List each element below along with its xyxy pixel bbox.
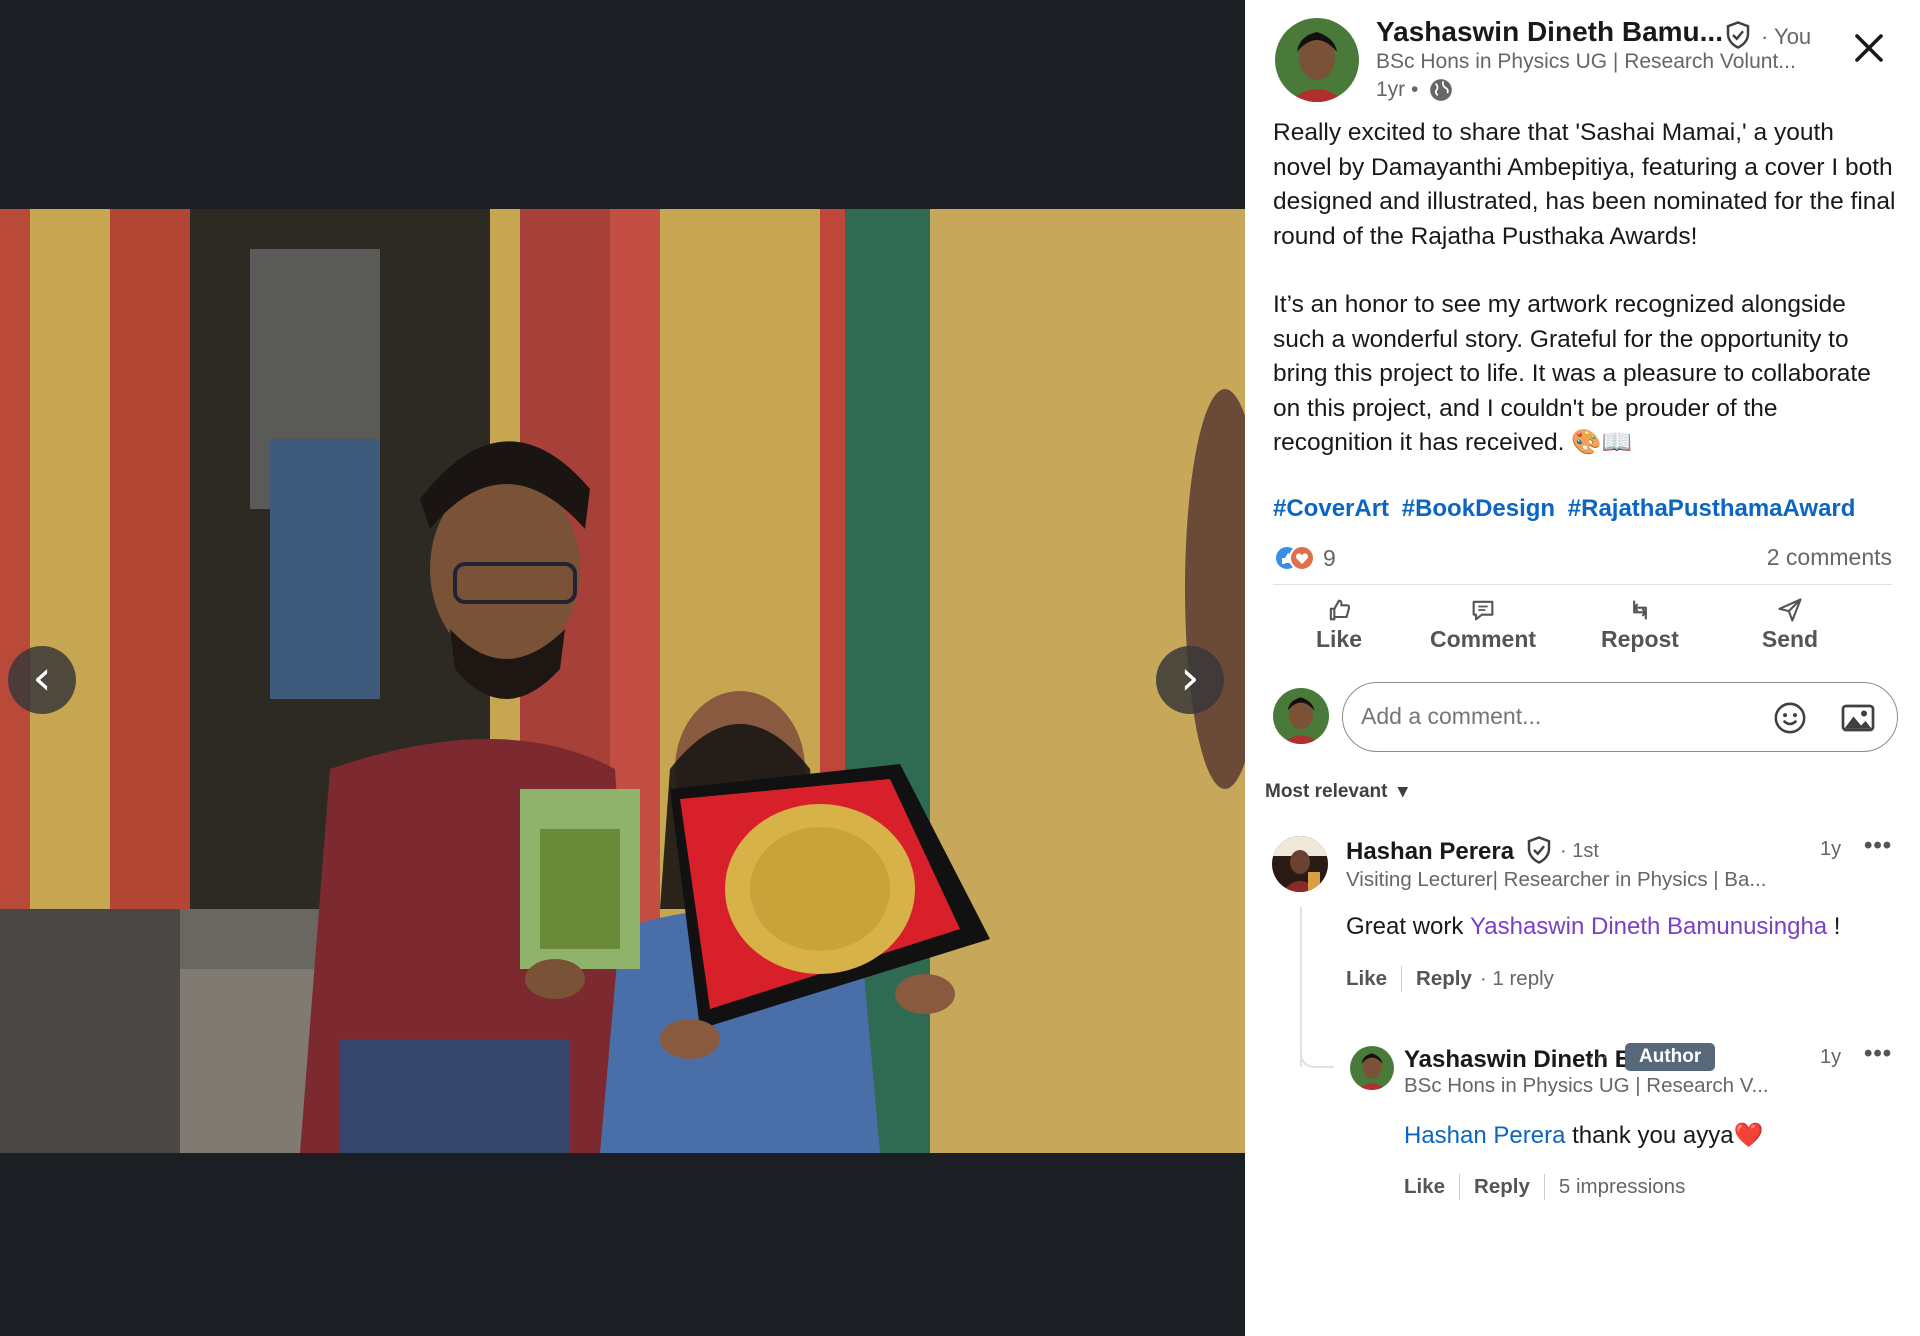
- mention-link[interactable]: Yashaswin Dineth Bamunusingha: [1470, 913, 1827, 940]
- reply-like-button[interactable]: Like: [1404, 1175, 1445, 1199]
- commenter-name[interactable]: Hashan Perera: [1346, 838, 1514, 866]
- avatar-image: [1273, 688, 1329, 744]
- divider: [1459, 1174, 1461, 1200]
- author-badge: Author: [1625, 1043, 1716, 1071]
- post-paragraph-2: It’s an honor to see my artwork recogniz…: [1273, 291, 1871, 456]
- chevron-right-icon: ›: [1180, 650, 1200, 706]
- comment-input[interactable]: [1361, 683, 1761, 749]
- media-viewer: ‹ ›: [0, 0, 1245, 1336]
- image-icon[interactable]: [1840, 701, 1876, 735]
- connection-degree: · 1st: [1560, 840, 1599, 862]
- divider: [1401, 966, 1403, 992]
- repost-button[interactable]: Repost: [1580, 596, 1700, 660]
- comment-button[interactable]: Comment: [1411, 596, 1555, 660]
- hashtag-bookdesign[interactable]: #BookDesign: [1402, 495, 1555, 522]
- impressions-count[interactable]: 5 impressions: [1559, 1175, 1685, 1199]
- comment-icon: [1472, 600, 1494, 621]
- send-icon: [1778, 598, 1802, 622]
- reply-actions: Like Reply 5 impressions: [1404, 1174, 1685, 1200]
- verified-icon: [1527, 836, 1551, 864]
- mention-link[interactable]: Hashan Perera: [1404, 1122, 1565, 1149]
- comments-count[interactable]: 2 comments: [1767, 544, 1892, 571]
- repost-label: Repost: [1601, 626, 1679, 652]
- post-paragraph-1: Really excited to share that 'Sashai Mam…: [1273, 119, 1896, 250]
- ellipsis-text: ···: [1588, 1046, 1608, 1068]
- comment-text: Great work Yashaswin Dineth Bamunusingha…: [1346, 913, 1840, 941]
- reply-time: 1y: [1820, 1046, 1842, 1068]
- comment-actions: Like Reply · 1 reply: [1346, 966, 1554, 992]
- comment-text-suffix: !: [1827, 913, 1841, 940]
- reply-text-suffix: thank you ayya❤️: [1565, 1122, 1764, 1149]
- repost-icon: [1633, 600, 1647, 620]
- current-user-avatar: [1273, 688, 1329, 744]
- chevron-left-icon: ‹: [32, 650, 52, 706]
- avatar-image: [1275, 18, 1359, 102]
- post-photo: [0, 209, 1245, 1153]
- post-body: Really excited to share that 'Sashai Mam…: [1273, 116, 1898, 495]
- like-button[interactable]: Like: [1293, 596, 1385, 660]
- close-icon[interactable]: [1851, 30, 1887, 66]
- sort-label: Most relevant: [1265, 781, 1388, 802]
- comment-text-prefix: Great work: [1346, 913, 1471, 940]
- send-label: Send: [1761, 626, 1819, 652]
- reply-connector: [1300, 1020, 1334, 1068]
- sort-dropdown[interactable]: Most relevant ▾: [1265, 780, 1408, 803]
- verified-icon: [1726, 21, 1750, 49]
- like-label: Like: [1315, 626, 1363, 652]
- replier-avatar[interactable]: [1350, 1046, 1394, 1090]
- caret-down-icon: ▾: [1392, 781, 1408, 802]
- connection-label: · You: [1761, 24, 1812, 49]
- commenter-headline: Visiting Lecturer| Researcher in Physics…: [1346, 868, 1767, 891]
- post-time: 1yr •: [1376, 78, 1419, 101]
- commenter-avatar[interactable]: [1272, 836, 1328, 892]
- comment-like-button[interactable]: Like: [1346, 967, 1387, 991]
- photo-illustration: [0, 209, 1245, 1153]
- globe-icon: [1430, 79, 1452, 101]
- reaction-icons: [1274, 545, 1315, 571]
- comment-label: Comment: [1429, 626, 1537, 652]
- send-button[interactable]: Send: [1745, 596, 1835, 660]
- emoji-icon[interactable]: [1773, 701, 1807, 735]
- previous-image-button[interactable]: ‹: [8, 646, 76, 714]
- more-icon[interactable]: •••: [1864, 832, 1892, 860]
- reply-text: Hashan Perera thank you ayya❤️: [1404, 1121, 1763, 1150]
- replier-headline: BSc Hons in Physics UG | Research V...: [1404, 1074, 1769, 1097]
- divider: [1543, 1174, 1545, 1200]
- avatar-image: [1350, 1046, 1394, 1090]
- replier-name[interactable]: Yashaswin Dineth B...: [1404, 1046, 1652, 1074]
- more-icon[interactable]: •••: [1864, 1040, 1892, 1068]
- author-headline: BSc Hons in Physics UG | Research Volunt…: [1376, 50, 1796, 73]
- comment-box: [1342, 682, 1898, 752]
- hashtag-coverart[interactable]: #CoverArt: [1273, 495, 1389, 522]
- avatar-image: [1272, 836, 1328, 892]
- like-icon: [1329, 599, 1351, 621]
- divider: [1273, 584, 1892, 585]
- next-image-button[interactable]: ›: [1156, 646, 1224, 714]
- author-avatar[interactable]: [1275, 18, 1359, 102]
- reaction-count: 9: [1323, 544, 1336, 571]
- reactions-summary[interactable]: 9: [1273, 541, 1336, 575]
- comment-reply-button[interactable]: Reply: [1416, 967, 1472, 991]
- hashtag-rajatha[interactable]: #RajathaPusthamaAward: [1568, 495, 1856, 522]
- reply-count[interactable]: · 1 reply: [1480, 967, 1554, 991]
- reply-reply-button[interactable]: Reply: [1474, 1175, 1530, 1199]
- hashtags: #CoverArt #BookDesign #RajathaPusthamaAw…: [1273, 495, 1861, 523]
- comment-time: 1y: [1820, 838, 1842, 860]
- author-name[interactable]: Yashaswin Dineth Bamu...: [1376, 16, 1723, 48]
